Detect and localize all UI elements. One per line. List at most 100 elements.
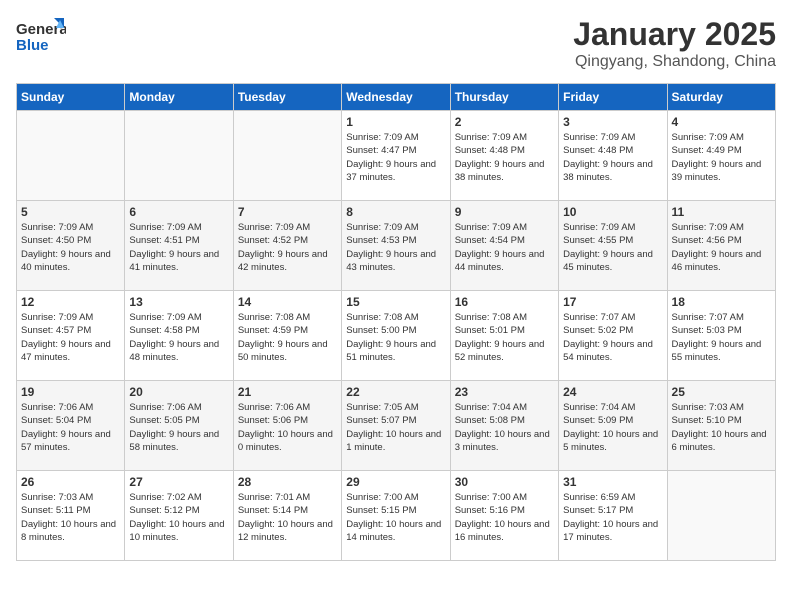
header-cell-wednesday: Wednesday xyxy=(342,84,450,111)
day-cell: 27 Sunrise: 7:02 AM Sunset: 5:12 PM Dayli… xyxy=(125,471,233,561)
day-info: Sunrise: 7:09 AM Sunset: 4:52 PM Dayligh… xyxy=(238,221,337,274)
day-number: 6 xyxy=(129,205,228,219)
day-number: 13 xyxy=(129,295,228,309)
day-info: Sunrise: 7:09 AM Sunset: 4:56 PM Dayligh… xyxy=(672,221,771,274)
day-info: Sunrise: 7:04 AM Sunset: 5:09 PM Dayligh… xyxy=(563,401,662,454)
day-cell: 13 Sunrise: 7:09 AM Sunset: 4:58 PM Dayli… xyxy=(125,291,233,381)
logo-svg: GeneralBlue xyxy=(16,16,66,60)
day-info: Sunrise: 7:07 AM Sunset: 5:03 PM Dayligh… xyxy=(672,311,771,364)
day-info: Sunrise: 7:09 AM Sunset: 4:51 PM Dayligh… xyxy=(129,221,228,274)
header-cell-saturday: Saturday xyxy=(667,84,775,111)
day-info: Sunrise: 7:03 AM Sunset: 5:11 PM Dayligh… xyxy=(21,491,120,544)
day-number: 15 xyxy=(346,295,445,309)
day-number: 29 xyxy=(346,475,445,489)
day-cell: 23Sunrise: 7:04 AM Sunset: 5:08 PM Dayli… xyxy=(450,381,558,471)
day-cell xyxy=(233,111,341,201)
day-number: 21 xyxy=(238,385,337,399)
day-number: 18 xyxy=(672,295,771,309)
header-cell-monday: Monday xyxy=(125,84,233,111)
day-number: 11 xyxy=(672,205,771,219)
day-number: 19 xyxy=(21,385,120,399)
day-cell: 29 Sunrise: 7:00 AM Sunset: 5:15 PM Dayli… xyxy=(342,471,450,561)
day-info: Sunrise: 7:09 AM Sunset: 4:47 PM Dayligh… xyxy=(346,131,445,184)
day-cell: 11 Sunrise: 7:09 AM Sunset: 4:56 PM Dayli… xyxy=(667,201,775,291)
day-info: Sunrise: 7:09 AM Sunset: 4:53 PM Dayligh… xyxy=(346,221,445,274)
day-number: 9 xyxy=(455,205,554,219)
header-row: SundayMondayTuesdayWednesdayThursdayFrid… xyxy=(17,84,776,111)
day-cell: 15Sunrise: 7:08 AM Sunset: 5:00 PM Dayli… xyxy=(342,291,450,381)
day-cell: 25 Sunrise: 7:03 AM Sunset: 5:10 PM Dayli… xyxy=(667,381,775,471)
header-cell-friday: Friday xyxy=(559,84,667,111)
header-cell-sunday: Sunday xyxy=(17,84,125,111)
week-row-2: 5Sunrise: 7:09 AM Sunset: 4:50 PM Daylig… xyxy=(17,201,776,291)
month-title: January 2025 xyxy=(573,16,776,53)
day-cell: 20Sunrise: 7:06 AM Sunset: 5:05 PM Dayli… xyxy=(125,381,233,471)
day-cell xyxy=(17,111,125,201)
day-info: Sunrise: 7:09 AM Sunset: 4:55 PM Dayligh… xyxy=(563,221,662,274)
page-header: GeneralBlue January 2025 Qingyang, Shand… xyxy=(16,16,776,71)
day-cell: 5Sunrise: 7:09 AM Sunset: 4:50 PM Daylig… xyxy=(17,201,125,291)
day-number: 27 xyxy=(129,475,228,489)
day-cell xyxy=(667,471,775,561)
day-number: 26 xyxy=(21,475,120,489)
day-info: Sunrise: 7:00 AM Sunset: 5:16 PM Dayligh… xyxy=(455,491,554,544)
day-cell: 12 Sunrise: 7:09 AM Sunset: 4:57 PM Dayli… xyxy=(17,291,125,381)
day-cell: 26 Sunrise: 7:03 AM Sunset: 5:11 PM Dayli… xyxy=(17,471,125,561)
day-cell: 18 Sunrise: 7:07 AM Sunset: 5:03 PM Dayli… xyxy=(667,291,775,381)
day-number: 12 xyxy=(21,295,120,309)
day-cell: 7 Sunrise: 7:09 AM Sunset: 4:52 PM Daylig… xyxy=(233,201,341,291)
day-cell xyxy=(125,111,233,201)
day-info: Sunrise: 7:06 AM Sunset: 5:04 PM Dayligh… xyxy=(21,401,120,454)
day-cell: 2 Sunrise: 7:09 AM Sunset: 4:48 PM Daylig… xyxy=(450,111,558,201)
day-info: Sunrise: 7:09 AM Sunset: 4:48 PM Dayligh… xyxy=(455,131,554,184)
day-number: 7 xyxy=(238,205,337,219)
day-cell: 1 Sunrise: 7:09 AM Sunset: 4:47 PM Daylig… xyxy=(342,111,450,201)
week-row-4: 19 Sunrise: 7:06 AM Sunset: 5:04 PM Dayli… xyxy=(17,381,776,471)
day-number: 8 xyxy=(346,205,445,219)
day-number: 3 xyxy=(563,115,662,129)
day-cell: 10 Sunrise: 7:09 AM Sunset: 4:55 PM Dayli… xyxy=(559,201,667,291)
day-cell: 22 Sunrise: 7:05 AM Sunset: 5:07 PM Dayli… xyxy=(342,381,450,471)
day-cell: 24Sunrise: 7:04 AM Sunset: 5:09 PM Dayli… xyxy=(559,381,667,471)
day-number: 22 xyxy=(346,385,445,399)
day-number: 5 xyxy=(21,205,120,219)
day-number: 30 xyxy=(455,475,554,489)
week-row-1: 1 Sunrise: 7:09 AM Sunset: 4:47 PM Daylig… xyxy=(17,111,776,201)
day-number: 17 xyxy=(563,295,662,309)
day-number: 1 xyxy=(346,115,445,129)
day-info: Sunrise: 7:08 AM Sunset: 5:01 PM Dayligh… xyxy=(455,311,554,364)
day-number: 25 xyxy=(672,385,771,399)
day-info: Sunrise: 7:09 AM Sunset: 4:58 PM Dayligh… xyxy=(129,311,228,364)
location-subtitle: Qingyang, Shandong, China xyxy=(573,53,776,71)
day-info: Sunrise: 7:00 AM Sunset: 5:15 PM Dayligh… xyxy=(346,491,445,544)
day-cell: 21Sunrise: 7:06 AM Sunset: 5:06 PM Dayli… xyxy=(233,381,341,471)
day-number: 31 xyxy=(563,475,662,489)
day-info: Sunrise: 7:01 AM Sunset: 5:14 PM Dayligh… xyxy=(238,491,337,544)
day-info: Sunrise: 7:05 AM Sunset: 5:07 PM Dayligh… xyxy=(346,401,445,454)
title-area: January 2025 Qingyang, Shandong, China xyxy=(573,16,776,71)
day-cell: 8 Sunrise: 7:09 AM Sunset: 4:53 PM Daylig… xyxy=(342,201,450,291)
week-row-5: 26 Sunrise: 7:03 AM Sunset: 5:11 PM Dayli… xyxy=(17,471,776,561)
day-cell: 17Sunrise: 7:07 AM Sunset: 5:02 PM Dayli… xyxy=(559,291,667,381)
day-number: 20 xyxy=(129,385,228,399)
day-info: Sunrise: 7:03 AM Sunset: 5:10 PM Dayligh… xyxy=(672,401,771,454)
day-number: 16 xyxy=(455,295,554,309)
day-info: Sunrise: 6:59 AM Sunset: 5:17 PM Dayligh… xyxy=(563,491,662,544)
day-cell: 3 Sunrise: 7:09 AM Sunset: 4:48 PM Daylig… xyxy=(559,111,667,201)
day-cell: 31 Sunrise: 6:59 AM Sunset: 5:17 PM Dayli… xyxy=(559,471,667,561)
svg-text:Blue: Blue xyxy=(16,37,49,54)
day-info: Sunrise: 7:02 AM Sunset: 5:12 PM Dayligh… xyxy=(129,491,228,544)
calendar-table: SundayMondayTuesdayWednesdayThursdayFrid… xyxy=(16,83,776,561)
day-cell: 19 Sunrise: 7:06 AM Sunset: 5:04 PM Dayli… xyxy=(17,381,125,471)
day-info: Sunrise: 7:09 AM Sunset: 4:54 PM Dayligh… xyxy=(455,221,554,274)
day-cell: 14Sunrise: 7:08 AM Sunset: 4:59 PM Dayli… xyxy=(233,291,341,381)
day-info: Sunrise: 7:09 AM Sunset: 4:48 PM Dayligh… xyxy=(563,131,662,184)
day-number: 23 xyxy=(455,385,554,399)
header-cell-thursday: Thursday xyxy=(450,84,558,111)
day-cell: 28Sunrise: 7:01 AM Sunset: 5:14 PM Dayli… xyxy=(233,471,341,561)
day-info: Sunrise: 7:09 AM Sunset: 4:57 PM Dayligh… xyxy=(21,311,120,364)
day-number: 2 xyxy=(455,115,554,129)
header-cell-tuesday: Tuesday xyxy=(233,84,341,111)
day-cell: 6 Sunrise: 7:09 AM Sunset: 4:51 PM Daylig… xyxy=(125,201,233,291)
day-number: 10 xyxy=(563,205,662,219)
